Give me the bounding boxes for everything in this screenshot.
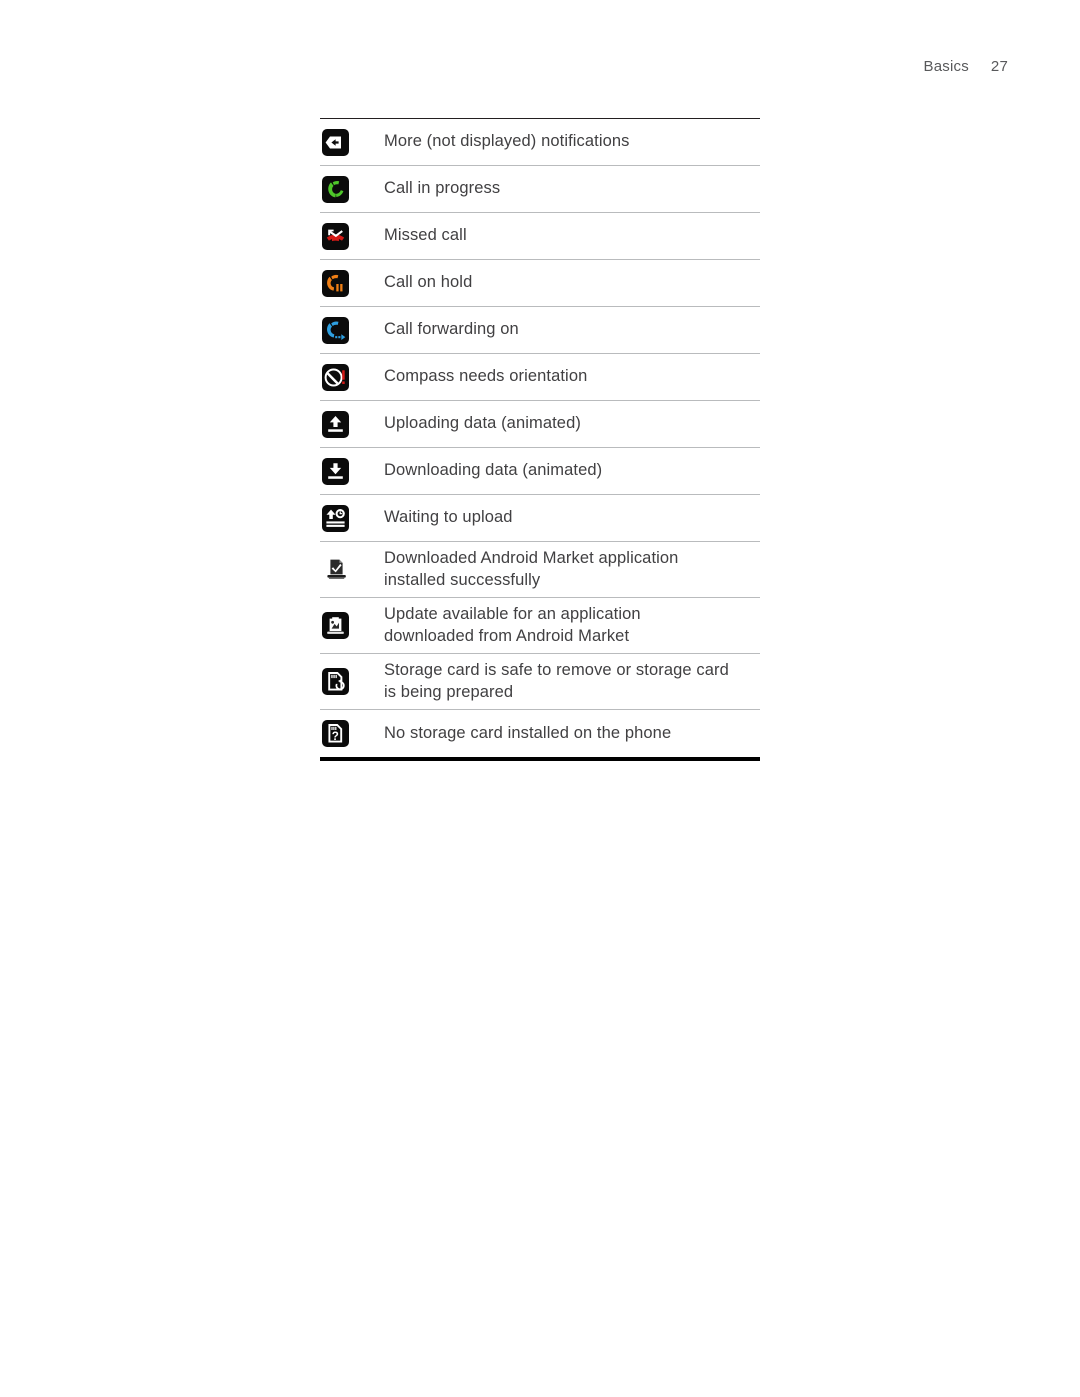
call-on-hold-icon: [322, 269, 349, 297]
icon-cell: [320, 556, 384, 583]
table-row: Missed call: [320, 213, 760, 260]
upload-data-icon: [322, 410, 349, 438]
table-row: Call forwarding on: [320, 307, 760, 354]
page-header: Basics 27: [924, 58, 1008, 75]
row-label: Storage card is safe to remove or storag…: [384, 660, 729, 701]
row-label: Downloading data (animated): [384, 461, 603, 480]
row-label: Uploading data (animated): [384, 414, 581, 433]
download-data-icon: [322, 457, 349, 485]
storage-card-safe-remove-icon: [322, 668, 349, 695]
no-storage-card-icon: ?: [322, 720, 349, 747]
row-label: Compass needs orientation: [384, 367, 588, 386]
waiting-to-upload-icon: [322, 504, 349, 532]
table-row: Waiting to upload: [320, 495, 760, 542]
table-row: ? No storage card installed on the phone: [320, 710, 760, 757]
header-section-label: Basics: [923, 58, 969, 75]
row-label: More (not displayed) notifications: [384, 132, 630, 151]
icon-cell: [320, 316, 384, 344]
row-label: Call on hold: [384, 273, 473, 292]
icon-cell: [320, 457, 384, 485]
row-label: Downloaded Android Market application in…: [384, 548, 679, 589]
icon-cell: [320, 363, 384, 391]
icon-cell: [320, 410, 384, 438]
call-forwarding-icon: [322, 316, 349, 344]
icon-cell: [320, 222, 384, 250]
svg-text:?: ?: [332, 730, 339, 743]
row-label: Waiting to upload: [384, 508, 513, 527]
icon-cell: [320, 504, 384, 532]
table-row: Downloaded Android Market application in…: [320, 542, 760, 598]
icon-cell: [320, 668, 384, 695]
table-row: Downloading data (animated): [320, 448, 760, 495]
row-label: Call forwarding on: [384, 320, 519, 339]
app-update-available-icon: [322, 612, 349, 639]
table-row: Call in progress: [320, 166, 760, 213]
row-label: Call in progress: [384, 179, 501, 198]
page-number: 27: [990, 58, 1008, 75]
row-label: Update available for an application down…: [384, 604, 641, 645]
icon-cell: [320, 612, 384, 639]
icon-cell: ?: [320, 720, 384, 747]
table-row: Uploading data (animated): [320, 401, 760, 448]
call-in-progress-icon: [322, 175, 349, 203]
icon-cell: [320, 175, 384, 203]
row-label: Missed call: [384, 226, 467, 245]
table-row: Storage card is safe to remove or storag…: [320, 654, 760, 710]
app-installed-icon: [322, 556, 349, 583]
table-row: Call on hold: [320, 260, 760, 307]
table-row: More (not displayed) notifications: [320, 119, 760, 166]
table-row: Compass needs orientation: [320, 354, 760, 401]
table-row: Update available for an application down…: [320, 598, 760, 654]
notification-icons-table: More (not displayed) notifications Call …: [320, 118, 760, 761]
row-label: No storage card installed on the phone: [384, 723, 672, 742]
compass-orientation-icon: [322, 363, 349, 391]
icon-cell: [320, 269, 384, 297]
more-notifications-icon: [322, 128, 349, 156]
icon-cell: [320, 128, 384, 156]
missed-call-icon: [322, 222, 349, 250]
